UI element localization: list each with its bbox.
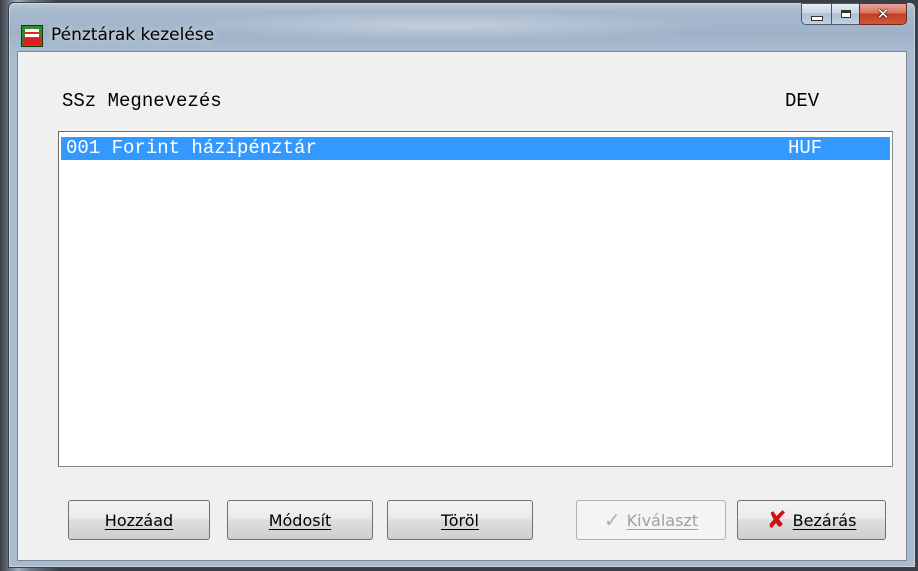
window-title: Pénztárak kezelése	[51, 25, 215, 45]
select-button[interactable]: ✓ Kiválaszt	[576, 500, 726, 540]
column-header-currency: DEV	[785, 90, 820, 112]
maximize-icon	[840, 10, 851, 18]
close-window-button[interactable]: ✕	[859, 3, 907, 25]
column-header-name: SSz Megnevezés	[62, 90, 222, 112]
minimize-button[interactable]	[801, 3, 831, 25]
cash-registers-window: Pénztárak kezelése ✕ SSz Megnevezés DEV …	[8, 2, 916, 568]
modify-button[interactable]: Módosít	[227, 500, 373, 540]
client-area: SSz Megnevezés DEV 001 Forint házipénztá…	[17, 51, 907, 561]
checkmark-icon: ✓	[603, 508, 621, 532]
add-button[interactable]: Hozzáad	[68, 500, 210, 540]
list-item[interactable]: 001 Forint házipénztár HUF	[61, 137, 890, 160]
title-bar[interactable]: Pénztárak kezelése ✕	[9, 3, 915, 51]
close-x-icon: ✘	[766, 506, 787, 534]
caption-buttons: ✕	[801, 3, 907, 25]
cash-register-list[interactable]: 001 Forint házipénztár HUF	[58, 131, 893, 467]
close-icon: ✕	[876, 5, 890, 23]
close-button[interactable]: ✘ Bezárás	[737, 500, 886, 540]
minimize-icon	[810, 15, 823, 21]
list-item-currency: HUF	[788, 137, 823, 159]
maximize-button[interactable]	[831, 3, 859, 25]
delete-button[interactable]: Töröl	[387, 500, 533, 540]
app-icon[interactable]	[21, 25, 43, 47]
list-item-name: 001 Forint házipénztár	[66, 137, 317, 159]
